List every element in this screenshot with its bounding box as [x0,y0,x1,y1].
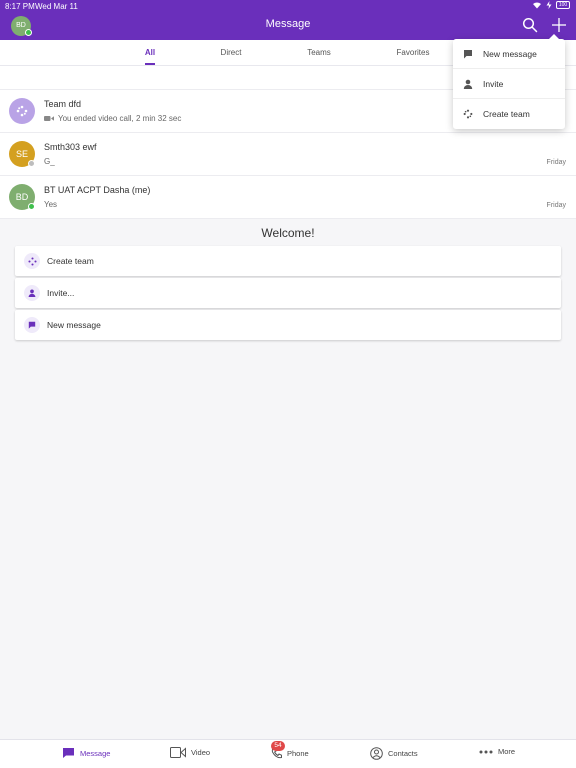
status-date: Wed Mar 11 [35,2,78,11]
conversation-name: Smth303 ewf [44,142,97,152]
search-icon[interactable] [522,17,538,33]
conversation-preview: Yes [44,200,57,209]
conversation-name: Team dfd [44,99,82,109]
team-icon [16,105,28,117]
conversation-preview: G_ [44,157,55,166]
new-message-card[interactable]: New message [15,310,561,340]
person-icon [463,79,473,89]
add-icon[interactable] [550,16,568,34]
tab-direct[interactable]: Direct [221,48,242,57]
contact-initials: BD [15,192,29,202]
team-icon [463,109,473,119]
new-message-label: New message [47,320,101,330]
conversation-row[interactable]: BD BT UAT ACPT Dasha (me) Yes Friday [0,176,576,219]
menu-item-label: Create team [483,109,530,119]
menu-item-label: New message [483,49,537,59]
status-indicators: 100 [532,1,570,9]
create-team-card[interactable]: Create team [15,246,561,276]
nav-video[interactable]: Video [170,747,210,758]
status-time: 8:17 PM [5,2,35,11]
video-icon [170,747,186,758]
battery-icon: 100 [556,1,570,9]
presence-indicator [28,203,35,210]
nav-label: Message [80,748,111,758]
invite-card[interactable]: Invite... [15,278,561,308]
person-icon [24,285,40,301]
nav-contacts[interactable]: Contacts [370,747,418,760]
message-icon [24,317,40,333]
battery-level: 100 [558,2,568,8]
conversation-time: Friday [546,202,566,209]
bottom-nav: Message Video Phone Contacts More [0,739,576,768]
presence-indicator [25,29,32,36]
conversation-time: Friday [546,159,566,166]
message-icon [464,50,472,59]
contact-initials: SE [15,149,28,159]
tab-favorites[interactable]: Favorites [397,48,430,57]
wifi-icon [533,2,541,9]
nav-label: More [498,747,516,756]
team-icon [24,253,40,269]
more-icon [479,750,493,753]
charging-icon [546,1,552,9]
phone-badge: 54 [271,741,285,751]
conversation-row[interactable]: SE Smth303 ewf G_ Friday [0,133,576,176]
nav-label: Contacts [388,749,418,758]
menu-item-label: Invite [483,79,504,89]
menu-item-create-team[interactable]: Create team [453,99,565,129]
nav-label: Phone [287,748,309,758]
team-avatar [9,98,35,124]
menu-item-new-message[interactable]: New message [453,39,565,69]
message-icon [63,748,74,758]
page-title: Message [265,18,311,30]
nav-label: Video [191,748,211,757]
app-header: 8:17 PM Wed Mar 11 100 BD Message [0,0,576,40]
conversation-preview-text: Yes [44,200,58,209]
contacts-icon [370,747,383,760]
nav-more[interactable]: More [479,747,515,756]
invite-label: Invite... [47,288,75,298]
video-call-icon [44,116,54,121]
conversation-name: BT UAT ACPT Dasha (me) [44,185,151,195]
conversation-preview: You ended video call, 2 min 32 sec [44,114,181,123]
create-team-label: Create team [47,256,94,266]
tab-all[interactable]: All [145,48,155,57]
tab-teams[interactable]: Teams [307,48,331,57]
nav-message[interactable]: Message [62,747,110,759]
presence-indicator [28,160,35,167]
conversation-preview-text: G_ [44,157,55,166]
active-tab-indicator [145,63,155,65]
conversation-preview-text: You ended video call, 2 min 32 sec [58,114,182,123]
welcome-title: Welcome! [261,226,315,240]
status-bar: 8:17 PM Wed Mar 11 100 [0,0,576,12]
menu-item-invite[interactable]: Invite [453,69,565,99]
add-menu: New message Invite Create team [453,34,565,129]
